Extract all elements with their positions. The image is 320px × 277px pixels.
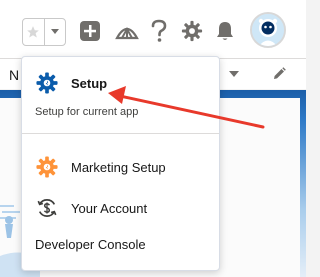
menu-item-setup[interactable]: Setup	[22, 70, 219, 96]
menu-divider	[22, 133, 219, 134]
help-button[interactable]	[147, 19, 171, 43]
astro-avatar-icon	[252, 14, 284, 46]
gear-icon	[36, 72, 58, 94]
setup-dropdown-menu: Setup Setup for current app Marketing Se…	[21, 56, 220, 271]
account-dollar-icon	[36, 197, 58, 219]
setup-gear-button[interactable]	[180, 19, 204, 43]
favorites-star-button[interactable]	[23, 19, 45, 45]
trailhead-button[interactable]	[115, 19, 139, 43]
menu-item-developer-console[interactable]: Developer Console	[35, 237, 146, 252]
chevron-down-icon	[50, 29, 59, 34]
pencil-icon[interactable]	[272, 67, 286, 81]
plus-icon	[80, 21, 100, 41]
help-icon	[151, 19, 167, 42]
gear-icon	[181, 20, 203, 42]
menu-item-your-account-label: Your Account	[71, 200, 148, 216]
marketing-gear-icon	[36, 156, 58, 178]
notifications-button[interactable]	[213, 19, 237, 43]
avatar[interactable]	[250, 12, 286, 48]
bell-icon	[217, 22, 233, 40]
trailhead-icon	[115, 26, 139, 40]
favorites-dropdown-button[interactable]	[45, 19, 66, 45]
chevron-down-icon[interactable]	[228, 70, 240, 78]
star-icon	[27, 26, 40, 38]
menu-item-marketing-setup-label: Marketing Setup	[71, 159, 166, 175]
menu-item-your-account[interactable]: Your Account	[22, 195, 219, 221]
global-actions-button[interactable]	[78, 19, 102, 43]
menu-item-setup-description: Setup for current app	[35, 106, 139, 118]
favorites-button-group	[22, 18, 66, 46]
menu-item-setup-label: Setup	[71, 75, 108, 91]
menu-item-marketing-setup[interactable]: Marketing Setup	[22, 154, 219, 180]
nav-item-partial-label[interactable]: N	[9, 67, 19, 83]
global-header	[0, 0, 306, 59]
